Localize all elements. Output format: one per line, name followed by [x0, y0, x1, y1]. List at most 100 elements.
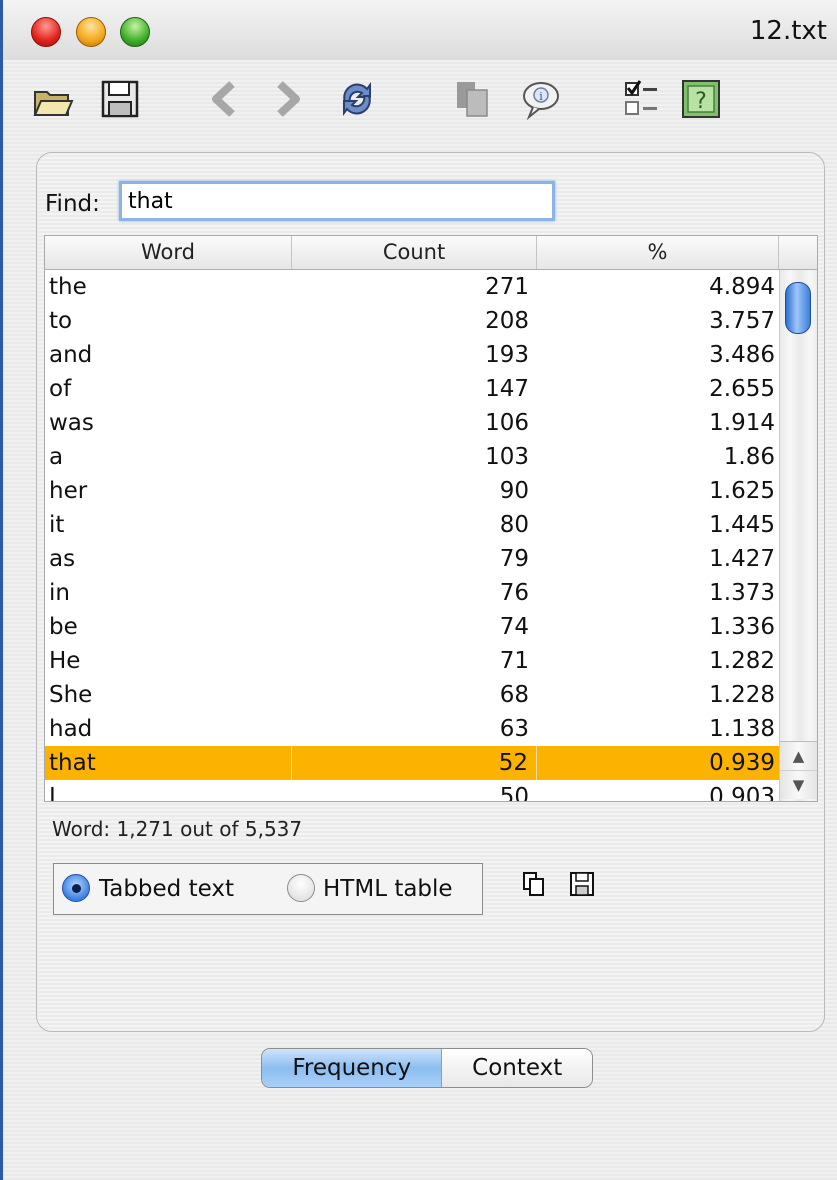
radio-html-table-label[interactable]: HTML table: [323, 876, 453, 902]
table-row[interactable]: it 80 1.445: [45, 508, 779, 542]
find-input[interactable]: [119, 181, 555, 221]
cell-pct: 1.427: [709, 546, 775, 572]
table-row[interactable]: be 74 1.336: [45, 610, 779, 644]
copy-icon[interactable]: [450, 76, 494, 122]
cell-count: 147: [485, 376, 529, 402]
help-icon[interactable]: ?: [679, 76, 723, 122]
cell-pct: 1.445: [709, 512, 775, 538]
cell-count: 50: [499, 784, 529, 801]
cell-word: and: [49, 342, 93, 368]
table-row[interactable]: as 79 1.427: [45, 542, 779, 576]
radio-tabbed-text-label[interactable]: Tabbed text: [99, 876, 234, 902]
cell-count: 76: [499, 580, 529, 606]
cell-pct: 1.86: [723, 444, 775, 470]
radio-tabbed-text[interactable]: [62, 874, 90, 902]
tab-context[interactable]: Context: [442, 1049, 592, 1087]
cell-count: 271: [485, 274, 529, 300]
cell-count: 80: [499, 512, 529, 538]
cell-count: 71: [499, 648, 529, 674]
close-window-button[interactable]: [31, 17, 61, 47]
cell-word: in: [49, 580, 70, 606]
radio-html-table[interactable]: [287, 874, 315, 902]
main-panel: Find: Word Count % the 271 4.894 to 208 3.757…: [36, 152, 825, 1032]
cell-word: had: [49, 716, 93, 742]
cell-word: She: [49, 682, 93, 708]
floppy-save-icon[interactable]: [569, 871, 595, 897]
cell-count: 79: [499, 546, 529, 572]
table-row[interactable]: of 147 2.655: [45, 372, 779, 406]
cell-pct: 1.282: [709, 648, 775, 674]
title-bar[interactable]: 12.txt: [3, 0, 837, 60]
cell-count: 63: [499, 716, 529, 742]
find-label: Find:: [45, 191, 100, 217]
cell-pct: 1.914: [709, 410, 775, 436]
cell-pct: 2.655: [709, 376, 775, 402]
table-row[interactable]: the 271 4.894: [45, 270, 779, 304]
cell-pct: 0.939: [709, 750, 775, 776]
cell-word: as: [49, 546, 76, 572]
table-row[interactable]: and 193 3.486: [45, 338, 779, 372]
cell-pct: 1.373: [709, 580, 775, 606]
cell-pct: 0.903: [709, 784, 775, 801]
cell-word: her: [49, 478, 88, 504]
cell-pct: 4.894: [709, 274, 775, 300]
folder-open-icon[interactable]: [31, 76, 75, 122]
cell-count: 52: [292, 746, 537, 780]
table-row[interactable]: had 63 1.138: [45, 712, 779, 746]
view-segmented-control: Frequency Context: [261, 1048, 593, 1088]
table-header: Word Count %: [45, 236, 817, 270]
app-window: 12.txt i ? Find: that Word Count % the 2…: [0, 0, 837, 1180]
cell-word: the: [49, 274, 87, 300]
vertical-scrollbar[interactable]: ▲ ▼: [779, 270, 817, 801]
word-frequency-table: Word Count % the 271 4.894 to 208 3.757 and 193…: [44, 235, 818, 802]
column-header-word[interactable]: Word: [45, 236, 292, 269]
refresh-icon[interactable]: [335, 76, 379, 122]
table-row[interactable]: to 208 3.757: [45, 304, 779, 338]
cell-count: 74: [499, 614, 529, 640]
cell-pct: 1.138: [709, 716, 775, 742]
cell-pct: 3.486: [709, 342, 775, 368]
info-bubble-icon[interactable]: i: [518, 76, 562, 122]
tab-frequency[interactable]: Frequency: [262, 1049, 443, 1087]
cell-word: a: [49, 444, 64, 470]
scroll-up-icon[interactable]: ▲: [780, 741, 817, 770]
cell-word: that: [45, 746, 292, 780]
table-row[interactable]: in 76 1.373: [45, 576, 779, 610]
column-header-percent[interactable]: %: [537, 236, 779, 269]
cell-pct: 3.757: [709, 308, 775, 334]
column-header-count[interactable]: Count: [292, 236, 537, 269]
table-body: the 271 4.894 to 208 3.757 and 193 3.486 of 147 2.6…: [45, 270, 779, 801]
copy-icon[interactable]: [521, 871, 547, 897]
cell-word: be: [49, 614, 78, 640]
table-row[interactable]: was 106 1.914: [45, 406, 779, 440]
scrollbar-thumb[interactable]: [785, 282, 811, 334]
zoom-window-button[interactable]: [120, 17, 150, 47]
cell-word: to: [49, 308, 73, 334]
cell-count: 103: [485, 444, 529, 470]
scroll-down-icon[interactable]: ▼: [780, 770, 817, 799]
minimize-window-button[interactable]: [76, 17, 106, 47]
cell-word: I: [49, 784, 56, 801]
cell-word: He: [49, 648, 81, 674]
table-row[interactable]: her 90 1.625: [45, 474, 779, 508]
floppy-save-icon[interactable]: [98, 76, 142, 122]
cell-count: 208: [485, 308, 529, 334]
cell-pct: 1.228: [709, 682, 775, 708]
header-corner: [779, 236, 817, 269]
forward-arrow-icon[interactable]: [265, 76, 309, 122]
table-row[interactable]: She 68 1.228: [45, 678, 779, 712]
cell-word: was: [49, 410, 94, 436]
cell-count: 106: [485, 410, 529, 436]
cell-pct: 1.336: [709, 614, 775, 640]
table-row[interactable]: He 71 1.282: [45, 644, 779, 678]
cell-count: 90: [499, 478, 529, 504]
cell-count: 193: [485, 342, 529, 368]
toolbar: i ?: [3, 60, 837, 140]
back-arrow-icon[interactable]: [203, 76, 247, 122]
table-row[interactable]: I 50 0.903: [45, 780, 779, 801]
table-row[interactable]: that 52 0.939: [45, 746, 779, 780]
checklist-icon[interactable]: [621, 76, 665, 122]
status-text: Word: 1,271 out of 5,537: [52, 817, 303, 841]
table-row[interactable]: a 103 1.86: [45, 440, 779, 474]
export-format-group: Tabbed text HTML table: [53, 863, 483, 915]
